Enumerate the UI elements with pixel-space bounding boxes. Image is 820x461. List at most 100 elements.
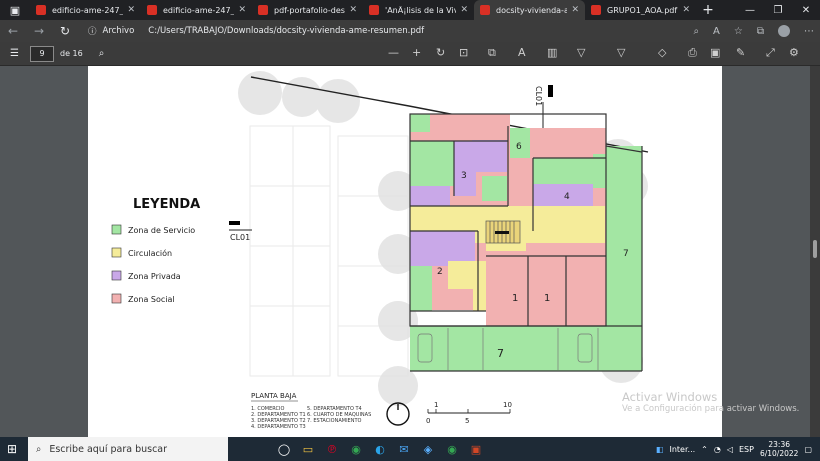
- back-icon[interactable]: ←: [0, 24, 26, 38]
- browser-tab-6[interactable]: GRUPO1_AOA.pdf ✕: [585, 0, 696, 20]
- room-number: 7: [497, 347, 504, 360]
- room-number: 3: [461, 171, 467, 181]
- maximize-icon[interactable]: ❐: [764, 0, 792, 20]
- read-aloud-icon[interactable]: A: [713, 26, 720, 37]
- zoom-out-icon[interactable]: —: [388, 46, 399, 59]
- taskbar-search[interactable]: ⌕ Escribe aquí para buscar: [28, 437, 228, 461]
- room-number: 6: [516, 142, 522, 152]
- close-icon[interactable]: ✕: [460, 5, 468, 15]
- zoom-icon[interactable]: ⌕: [693, 26, 699, 37]
- fullscreen-icon[interactable]: ⤢: [766, 46, 775, 60]
- scale-label: 0: [426, 417, 430, 425]
- close-window-icon[interactable]: ✕: [792, 0, 820, 20]
- draw-icon[interactable]: ▽: [577, 46, 585, 59]
- browser-tab-5[interactable]: docsity-vivienda-ame✕: [474, 0, 585, 20]
- plan-note: 4. DEPARTAMENTO T3: [251, 424, 306, 430]
- minimize-icon[interactable]: —: [736, 0, 764, 20]
- close-icon[interactable]: ✕: [127, 5, 135, 15]
- close-icon[interactable]: ✕: [571, 5, 579, 15]
- volume-icon[interactable]: ◁: [727, 445, 733, 454]
- browser-tab-4[interactable]: 'AnÃ¡lisis de la Vivien✕: [363, 0, 474, 20]
- search-icon[interactable]: ⌕: [99, 48, 105, 59]
- chrome-icon[interactable]: ◉: [344, 437, 368, 461]
- room-number: 7: [623, 249, 629, 259]
- vertical-scrollbar[interactable]: [810, 66, 820, 437]
- legend-item: Circulación: [128, 248, 172, 258]
- pdf-icon: [36, 5, 46, 15]
- room-number: 4: [564, 192, 570, 202]
- taskbar: ⊞ ⌕ Escribe aquí para buscar ◯ ▭ ℗ ◉ ◐ ✉…: [0, 437, 820, 461]
- room-number: 1: [512, 293, 518, 304]
- legend-item: Zona de Servicio: [128, 226, 195, 235]
- pdf-page: CL01 6 3 4 2 7 1 1 7 CL01 LEYENDA Zona d…: [88, 66, 722, 437]
- language-indicator[interactable]: ESP: [739, 445, 754, 454]
- new-tab-icon[interactable]: +: [696, 0, 720, 22]
- scale-label: 1: [434, 401, 438, 409]
- task-view-icon[interactable]: ◯: [272, 437, 296, 461]
- close-icon[interactable]: ✕: [349, 5, 357, 15]
- avatar[interactable]: [778, 25, 790, 37]
- plan-title: PLANTA BAJA: [251, 392, 297, 400]
- pdf-icon: [480, 5, 490, 15]
- save-icon[interactable]: ▣: [710, 46, 720, 59]
- url-field[interactable]: ⓘ Archivo C:/Users/TRABAJO/Downloads/doc…: [88, 25, 424, 37]
- tab-actions-icon[interactable]: ▣: [0, 0, 30, 22]
- browser-tab-3[interactable]: pdf-portafolio-desarr✕: [252, 0, 363, 20]
- scale-label: 5: [465, 417, 469, 425]
- windows-start-icon[interactable]: ⊞: [0, 442, 24, 456]
- legend-item: Zona Social: [128, 295, 175, 304]
- legend-title: LEYENDA: [133, 197, 200, 212]
- mail-icon[interactable]: ✉: [392, 437, 416, 461]
- legend-item: Zona Privada: [128, 272, 181, 281]
- more-icon[interactable]: ⋯: [804, 26, 814, 37]
- print-icon[interactable]: ⎙: [688, 46, 697, 60]
- section-label-top: CL01: [534, 86, 543, 106]
- immersive-reader-icon[interactable]: ▥: [547, 46, 557, 59]
- info-icon: ⓘ: [88, 27, 97, 37]
- erase-icon[interactable]: ◇: [658, 46, 666, 59]
- powerpoint-icon[interactable]: ▣: [464, 437, 488, 461]
- room-number: 1: [544, 293, 550, 304]
- pinterest-icon[interactable]: ℗: [320, 437, 344, 461]
- pdf-icon: [369, 5, 379, 15]
- close-icon[interactable]: ✕: [682, 5, 690, 15]
- save-as-icon[interactable]: ✎: [736, 46, 745, 59]
- section-label-left: CL01: [230, 233, 250, 242]
- address-bar: ← → ↻ ⓘ Archivo C:/Users/TRABAJO/Downloa…: [0, 20, 820, 42]
- edge-icon[interactable]: ◐: [368, 437, 392, 461]
- pdf-icon: [147, 5, 157, 15]
- reload-icon[interactable]: ↻: [52, 24, 78, 38]
- chevron-up-icon[interactable]: ⌃: [701, 445, 708, 454]
- browser-tab-2[interactable]: edificio-ame-247_com✕: [141, 0, 252, 20]
- collections-icon[interactable]: ⧉: [757, 26, 764, 37]
- pdf-toolbar: ☰ 9 de 16 ⌕: [0, 42, 820, 66]
- highlight-icon[interactable]: ▽: [617, 46, 625, 59]
- scrollbar-thumb[interactable]: [813, 240, 817, 258]
- contents-icon[interactable]: ☰: [10, 48, 19, 59]
- network-icon[interactable]: ◔: [714, 445, 721, 454]
- forward-icon[interactable]: →: [26, 24, 52, 38]
- zoom-in-icon[interactable]: +: [412, 46, 421, 59]
- settings-icon[interactable]: ⚙: [789, 46, 799, 59]
- chrome-icon[interactable]: ◉: [440, 437, 464, 461]
- tray-app-icon[interactable]: ◧: [656, 445, 664, 454]
- file-explorer-icon[interactable]: ▭: [296, 437, 320, 461]
- page-number-input[interactable]: 9: [30, 45, 54, 62]
- app-icon[interactable]: ◈: [416, 437, 440, 461]
- page-view-icon[interactable]: ⧉: [488, 46, 496, 60]
- notifications-icon[interactable]: ▢: [804, 445, 812, 454]
- read-aloud-icon[interactable]: A: [518, 46, 526, 59]
- pdf-icon: [591, 5, 601, 15]
- close-icon[interactable]: ✕: [238, 5, 246, 15]
- search-icon: ⌕: [36, 443, 42, 455]
- favorite-icon[interactable]: ☆: [734, 26, 743, 37]
- clock[interactable]: 23:36 6/10/2022: [760, 440, 798, 458]
- rotate-icon[interactable]: ↻: [436, 46, 445, 59]
- plan-note: 7. ESTACIONAMIENTO: [307, 418, 361, 424]
- activation-watermark: Activar Windows Ve a Configuración para …: [622, 390, 800, 414]
- address-actions: ⌕ A ☆ ⧉ ⋯: [693, 25, 814, 37]
- fit-page-icon[interactable]: ⊡: [459, 46, 468, 59]
- scale-label: 10: [503, 401, 512, 409]
- browser-tab-1[interactable]: edificio-ame-247_com✕: [30, 0, 141, 20]
- window-controls: — ❐ ✕: [736, 0, 820, 20]
